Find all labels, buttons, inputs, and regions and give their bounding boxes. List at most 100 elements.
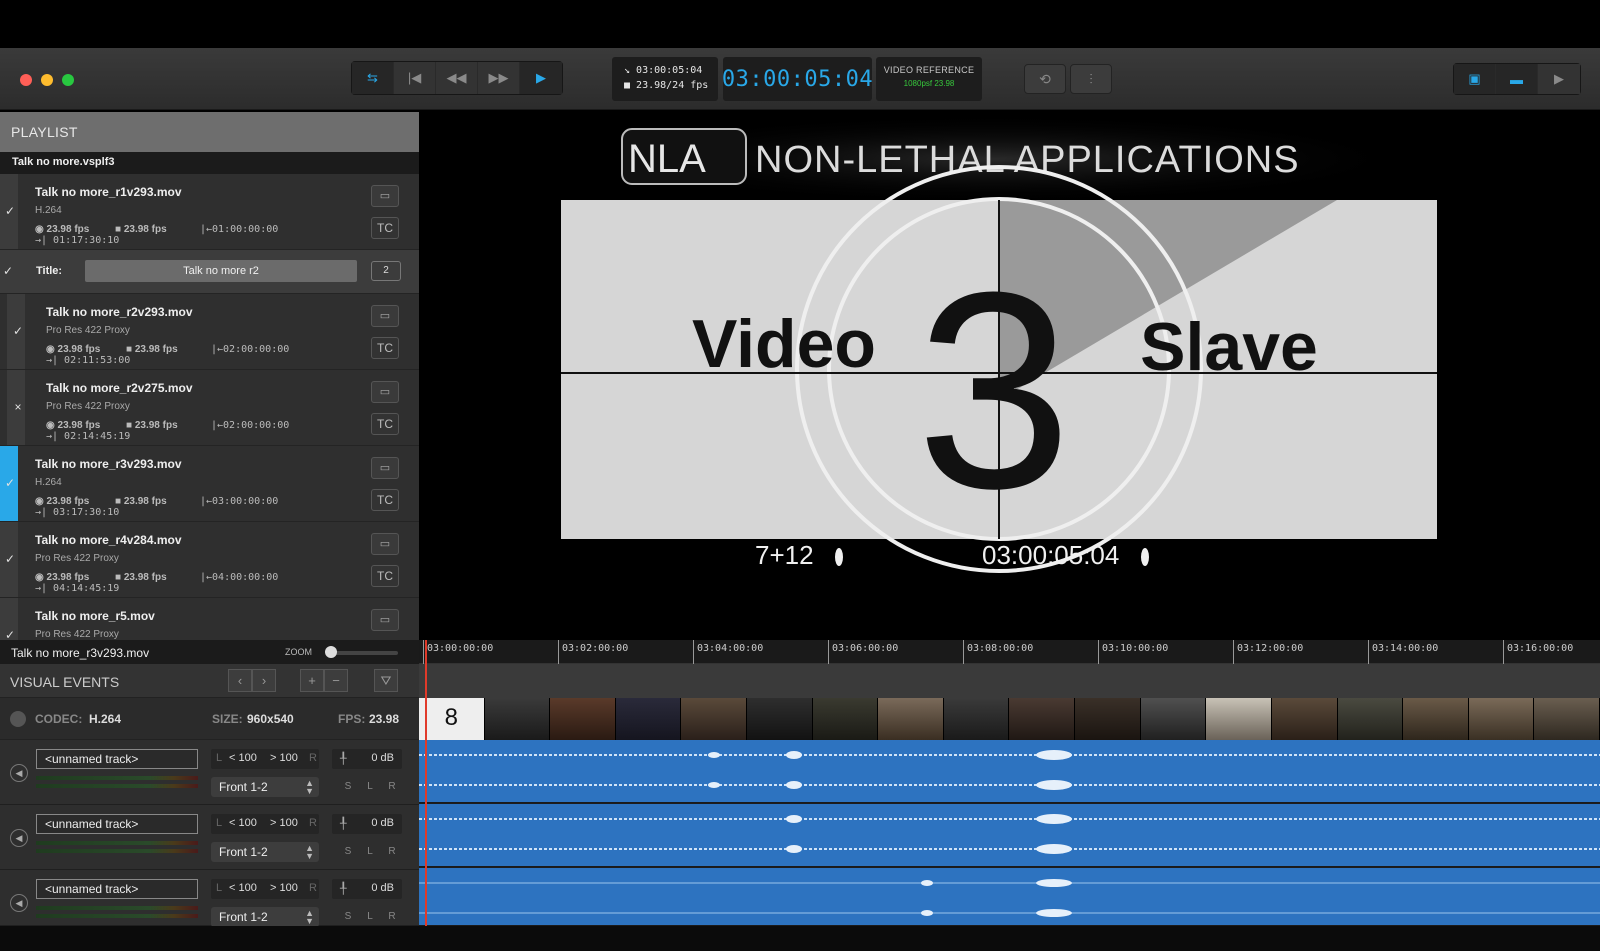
main-timecode-display[interactable]: 03:00:05:04 — [722, 57, 873, 101]
check-icon[interactable]: ✓ — [3, 204, 17, 218]
solo-button[interactable]: S — [339, 777, 357, 797]
pan-left-value: < 100 — [229, 752, 257, 764]
comment-icon[interactable]: ▭ — [371, 533, 399, 555]
left-button[interactable]: L — [361, 777, 379, 797]
ruler-tick: 03:12:00:00 — [1233, 640, 1303, 664]
item-name: Talk no more_r1v293.mov — [35, 185, 182, 199]
timeline-layout-icon[interactable]: ▬ — [1496, 64, 1538, 94]
left-button[interactable]: L — [361, 842, 379, 862]
output-route-select[interactable]: Front 1-2 ▲ ▼ — [211, 907, 319, 927]
title-field[interactable]: Talk no more r2 — [85, 260, 357, 282]
gain-control[interactable]: ╀ 0 dB — [332, 814, 402, 834]
check-icon[interactable]: ✓ — [11, 324, 25, 338]
left-button[interactable]: L — [361, 907, 379, 927]
tc-button[interactable]: TC — [371, 337, 399, 359]
sidebar-layout-icon[interactable]: ▣ — [1454, 64, 1496, 94]
right-button[interactable]: R — [383, 842, 401, 862]
audio-waveform[interactable] — [419, 868, 1600, 926]
audio-waveform[interactable] — [419, 740, 1600, 803]
timeline-ruler[interactable]: 03:00:00:00 03:02:00:00 03:04:00:00 03:0… — [419, 640, 1600, 664]
comment-icon[interactable]: ▭ — [371, 609, 399, 631]
audio-waveform[interactable] — [419, 804, 1600, 867]
zoom-slider-track[interactable] — [330, 651, 398, 655]
fps-label: FPS: — [338, 712, 366, 726]
close-window-button[interactable] — [20, 74, 32, 86]
tc-button[interactable]: TC — [371, 565, 399, 587]
thumbnail — [812, 698, 879, 740]
playlist-item[interactable]: ✓ Talk no more_r2v293.mov Pro Res 422 Pr… — [0, 294, 419, 370]
tc-button[interactable]: TC — [371, 217, 399, 239]
playlist-item-selected[interactable]: ✓ Talk no more_r3v293.mov H.264 ◉ 23.98 … — [0, 446, 419, 522]
pan-control[interactable]: L < 100 > 100 R — [211, 814, 319, 834]
check-icon[interactable]: ✓ — [3, 552, 17, 566]
fader-icon: ╀ — [340, 883, 347, 895]
item-video-fps: 23.98 fps — [134, 420, 178, 431]
playlist-item[interactable]: × Talk no more_r2v275.mov Pro Res 422 Pr… — [0, 370, 419, 446]
speaker-icon[interactable]: ◀ — [10, 764, 28, 782]
playlist-item[interactable]: ✓ Talk no more_r1v293.mov H.264 ◉ 23.98 … — [0, 174, 419, 250]
item-video-fps: 23.98 fps — [123, 496, 167, 507]
video-reference-label: VIDEO REFERENCE — [883, 65, 975, 75]
playlist-item[interactable]: ✓ Talk no more_r4v284.mov Pro Res 422 Pr… — [0, 522, 419, 598]
video-thumbnail-strip[interactable]: 8 — [419, 698, 1600, 740]
next-event-icon[interactable]: › — [252, 669, 276, 692]
track-name-field[interactable]: <unnamed track> — [36, 814, 198, 834]
level-meter — [36, 841, 198, 845]
right-button[interactable]: R — [383, 777, 401, 797]
exclude-icon[interactable]: × — [11, 400, 25, 414]
prev-event-icon[interactable]: ‹ — [228, 669, 252, 692]
gain-control[interactable]: ╀ 0 dB — [332, 879, 402, 899]
item-fps: 23.98 fps — [46, 496, 90, 507]
right-button[interactable]: R — [383, 907, 401, 927]
fullscreen-icon[interactable]: ▶ — [1538, 64, 1580, 94]
previous-icon[interactable]: |◀ — [394, 62, 436, 94]
thumbnail — [1403, 698, 1469, 740]
check-icon[interactable]: ✓ — [3, 264, 13, 278]
solo-button[interactable]: S — [339, 842, 357, 862]
speaker-icon[interactable]: ◀ — [10, 829, 28, 847]
gain-control[interactable]: ╀ 0 dB — [332, 749, 402, 769]
pan-control[interactable]: L < 100 > 100 R — [211, 749, 319, 769]
check-icon[interactable]: ✓ — [3, 476, 17, 490]
pan-control[interactable]: L < 100 > 100 R — [211, 879, 319, 899]
size-label: SIZE: — [212, 712, 243, 726]
output-route-select[interactable]: Front 1-2 ▲ ▼ — [211, 842, 319, 862]
pan-right-value: > 100 — [270, 817, 298, 829]
comment-icon[interactable]: ▭ — [371, 305, 399, 327]
check-icon[interactable]: ✓ — [3, 628, 17, 640]
playlist-item[interactable]: ✓ Talk no more_r5.mov Pro Res 422 Proxy … — [0, 598, 419, 640]
comment-icon[interactable]: ▭ — [371, 457, 399, 479]
solo-button[interactable]: S — [339, 907, 357, 927]
track-name-field[interactable]: <unnamed track> — [36, 749, 198, 769]
filter-icon[interactable]: ⛛ — [374, 669, 398, 692]
output-route-select[interactable]: Front 1-2 ▲ ▼ — [211, 777, 319, 797]
video-viewer[interactable]: NLA NON-LETHAL APPLICATIONS 3 Video Slav… — [419, 112, 1600, 640]
playhead[interactable] — [425, 640, 427, 926]
split-icon[interactable]: ⫶ — [1070, 64, 1112, 94]
codec-value: H.264 — [89, 712, 122, 726]
loop-icon[interactable]: ⟲ — [1024, 64, 1066, 94]
top-black-band — [0, 0, 1600, 48]
timeline[interactable]: 03:00:00:00 03:02:00:00 03:04:00:00 03:0… — [419, 640, 1600, 926]
speaker-icon[interactable]: ◀ — [10, 894, 28, 912]
chase-icon: ↘ — [624, 65, 637, 76]
comment-icon[interactable]: ▭ — [371, 185, 399, 207]
stepper-icon: ▲ ▼ — [305, 908, 314, 926]
zoom-slider-knob[interactable] — [325, 646, 337, 658]
zoom-window-button[interactable] — [62, 74, 74, 86]
ruler-tick: 03:08:00:00 — [963, 640, 1033, 664]
thumbnail — [1468, 698, 1535, 740]
add-event-icon[interactable]: + — [300, 669, 324, 692]
tc-button[interactable]: TC — [371, 489, 399, 511]
tc-button[interactable]: TC — [371, 413, 399, 435]
track-name-field[interactable]: <unnamed track> — [36, 879, 198, 899]
visual-events-lane[interactable] — [419, 664, 1600, 698]
minimize-window-button[interactable] — [41, 74, 53, 86]
remove-event-icon[interactable]: − — [324, 669, 348, 692]
comment-icon[interactable]: ▭ — [371, 381, 399, 403]
rewind-icon[interactable]: ◀◀ — [436, 62, 478, 94]
pan-right-value: > 100 — [270, 882, 298, 894]
play-icon[interactable]: ▶ — [520, 62, 562, 94]
link-icon[interactable]: ⇆ — [352, 62, 394, 94]
fast-forward-icon[interactable]: ▶▶ — [478, 62, 520, 94]
